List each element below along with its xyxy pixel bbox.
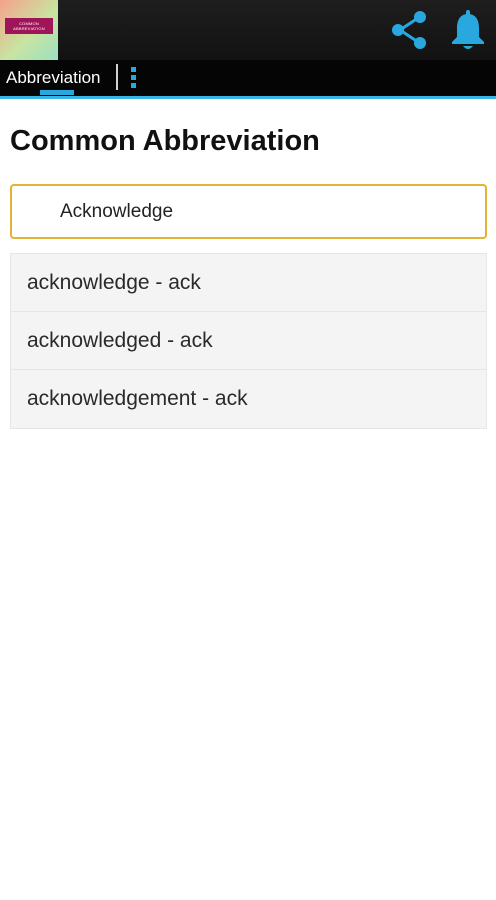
list-item[interactable]: acknowledged - ack (11, 312, 486, 370)
app-logo-text: COMMON ABBREVIATION (5, 18, 53, 34)
more-vert-icon (131, 67, 136, 72)
bell-icon (452, 10, 484, 49)
list-item[interactable]: acknowledge - ack (11, 254, 486, 312)
more-options-button[interactable] (126, 64, 142, 92)
notification-button[interactable] (446, 8, 490, 52)
tab-bar: Abbreviation (0, 60, 496, 96)
share-button[interactable] (388, 8, 432, 52)
page-title: Common Abbreviation (10, 125, 320, 157)
app-bar: COMMON ABBREVIATION (0, 0, 496, 60)
results-list: acknowledge - ack acknowledged - ack ack… (10, 253, 487, 429)
tab-active-indicator (40, 90, 74, 95)
search-input[interactable] (10, 184, 487, 239)
list-item[interactable]: acknowledgement - ack (11, 370, 486, 428)
app-logo-icon: COMMON ABBREVIATION (0, 0, 58, 60)
tab-divider (116, 64, 118, 90)
tab-abbreviation[interactable]: Abbreviation (6, 68, 101, 88)
tab-bar-underline (0, 96, 496, 99)
share-icon (392, 11, 426, 49)
